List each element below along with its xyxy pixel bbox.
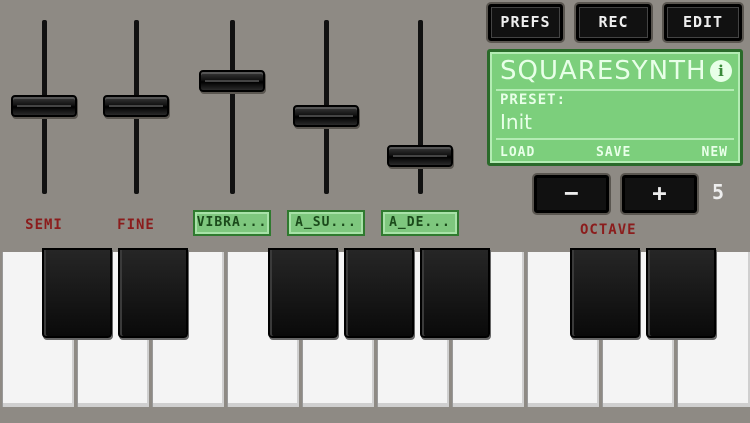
attack-sustain-param-button[interactable]: A_SU... — [287, 210, 365, 236]
prefs-button[interactable]: PREFS — [488, 4, 563, 41]
black-key[interactable] — [646, 248, 716, 338]
octave-up-button[interactable]: + — [622, 175, 697, 213]
vibrato-slider-track[interactable] — [230, 20, 235, 194]
octave-label: OCTAVE — [580, 222, 637, 238]
info-icon[interactable]: i — [710, 60, 732, 82]
attack-decay-slider-thumb[interactable] — [387, 145, 453, 167]
semi-label: SEMI — [25, 217, 63, 233]
semi-slider-thumb[interactable] — [11, 95, 77, 117]
preset-label: PRESET: — [500, 92, 567, 108]
edit-button[interactable]: EDIT — [664, 4, 742, 41]
divider — [496, 89, 734, 91]
black-key[interactable] — [570, 248, 640, 338]
load-button[interactable]: LOAD — [500, 145, 535, 160]
attack-decay-slider-track[interactable] — [418, 20, 423, 194]
synth-app: SEMI FINE VIBRA... A_SU... A_DE... PREFS… — [0, 0, 750, 423]
attack-sustain-slider-thumb[interactable] — [293, 105, 359, 127]
divider — [496, 138, 734, 140]
rec-button[interactable]: REC — [576, 4, 651, 41]
attack-decay-param-button[interactable]: A_DE... — [381, 210, 459, 236]
octave-down-button[interactable]: − — [534, 175, 609, 213]
black-key[interactable] — [42, 248, 112, 338]
new-button[interactable]: NEW — [702, 145, 728, 160]
save-button[interactable]: SAVE — [596, 145, 631, 160]
black-key[interactable] — [344, 248, 414, 338]
fine-label: FINE — [117, 217, 155, 233]
piano-keyboard — [0, 248, 750, 423]
black-key[interactable] — [268, 248, 338, 338]
preset-value: Init — [500, 110, 532, 134]
black-key[interactable] — [118, 248, 188, 338]
preset-display: SQUARESYNTH i PRESET: Init LOAD SAVE NEW — [487, 49, 743, 166]
octave-value: 5 — [712, 180, 725, 204]
black-key[interactable] — [420, 248, 490, 338]
synth-title: SQUARESYNTH — [500, 56, 707, 86]
vibrato-param-button[interactable]: VIBRA... — [193, 210, 271, 236]
vibrato-slider-thumb[interactable] — [199, 70, 265, 92]
fine-slider-thumb[interactable] — [103, 95, 169, 117]
